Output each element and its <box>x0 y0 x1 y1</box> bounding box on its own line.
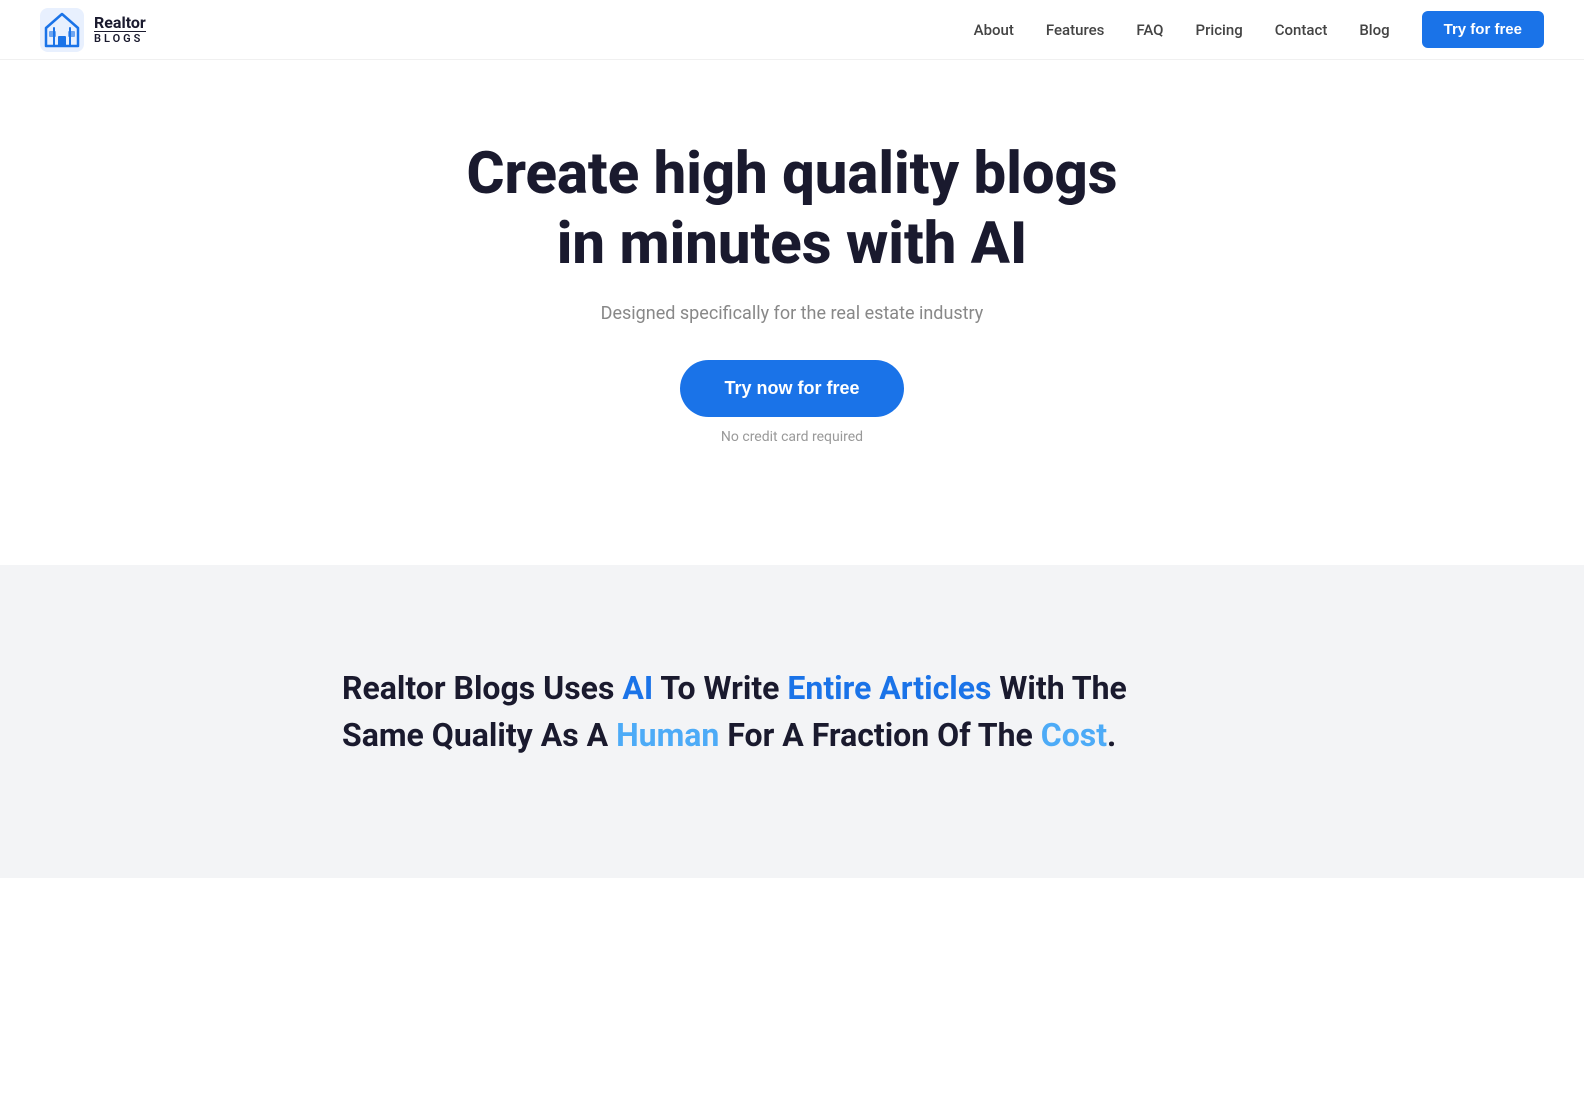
features-headline: Realtor Blogs Uses AI To Write Entire Ar… <box>342 665 1242 758</box>
features-highlight-ai: AI <box>622 669 653 707</box>
nav-link-contact[interactable]: Contact <box>1275 21 1328 39</box>
nav-item-faq[interactable]: FAQ <box>1136 20 1163 39</box>
nav-item-pricing[interactable]: Pricing <box>1196 20 1243 39</box>
navbar: Realtor BLOGS About Features FAQ Pricing… <box>0 0 1584 60</box>
logo-text: Realtor BLOGS <box>94 14 146 46</box>
features-highlight-entire-articles: Entire Articles <box>787 669 991 707</box>
nav-link-features[interactable]: Features <box>1046 21 1104 39</box>
nav-cta[interactable]: Try for free <box>1422 11 1544 48</box>
nav-links: About Features FAQ Pricing Contact Blog … <box>974 11 1544 48</box>
features-highlight-cost: Cost <box>1041 716 1107 754</box>
logo[interactable]: Realtor BLOGS <box>40 8 146 52</box>
hero-title: Create high quality blogs in minutes wit… <box>442 140 1142 279</box>
features-text-2: To Write <box>653 669 787 707</box>
features-text-5: For A Fraction Of The <box>719 716 1040 754</box>
logo-realtor: Realtor <box>94 14 146 32</box>
features-inner: Realtor Blogs Uses AI To Write Entire Ar… <box>342 665 1242 758</box>
logo-icon <box>40 8 84 52</box>
nav-try-free-button[interactable]: Try for free <box>1422 11 1544 48</box>
features-text-6: . <box>1107 716 1116 754</box>
features-highlight-human: Human <box>616 716 719 754</box>
features-text-3: With The <box>991 669 1126 707</box>
hero-cta-button[interactable]: Try now for free <box>680 360 903 417</box>
hero-section: Create high quality blogs in minutes wit… <box>0 60 1584 565</box>
nav-link-about[interactable]: About <box>974 21 1014 39</box>
nav-item-contact[interactable]: Contact <box>1275 20 1328 39</box>
nav-item-features[interactable]: Features <box>1046 20 1104 39</box>
logo-blogs: BLOGS <box>94 31 146 45</box>
nav-item-about[interactable]: About <box>974 20 1014 39</box>
nav-link-pricing[interactable]: Pricing <box>1196 21 1243 39</box>
features-text-1: Realtor Blogs Uses <box>342 669 622 707</box>
features-section: Realtor Blogs Uses AI To Write Entire Ar… <box>0 565 1584 878</box>
hero-no-cc-text: No credit card required <box>721 429 863 445</box>
nav-item-blog[interactable]: Blog <box>1359 20 1389 39</box>
hero-subtitle: Designed specifically for the real estat… <box>601 303 984 324</box>
nav-link-blog[interactable]: Blog <box>1359 21 1389 39</box>
nav-link-faq[interactable]: FAQ <box>1136 21 1163 39</box>
features-text-4: Same Quality As A <box>342 716 616 754</box>
